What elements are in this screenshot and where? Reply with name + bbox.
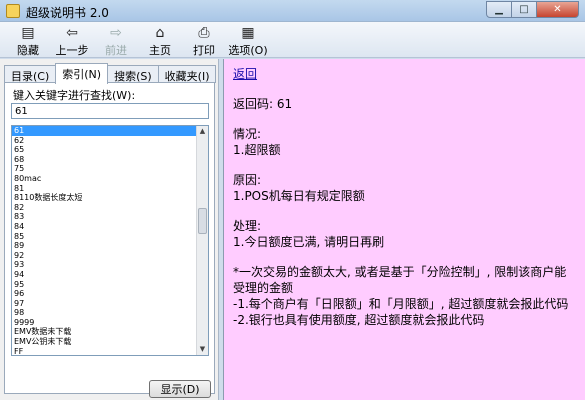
tab-search[interactable]: 搜索(S) — [107, 65, 159, 83]
home-button[interactable]: ⌂ 主页 — [138, 22, 182, 58]
keyword-input[interactable] — [11, 103, 209, 119]
maximize-icon: □ — [519, 4, 529, 15]
list-scrollbar[interactable]: ▲ ▼ — [196, 126, 208, 355]
situation-section: 情况: 1.超限额 — [233, 126, 576, 158]
tab-contents[interactable]: 目录(C) — [4, 65, 57, 83]
forward-button[interactable]: ⇨ 前进 — [94, 22, 138, 58]
list-item[interactable]: 95 — [12, 280, 198, 290]
note-section: *一次交易的金额太大, 或者是基于「分险控制」, 限制该商户能受理的金额 -1.… — [233, 264, 576, 328]
forward-arrow-icon: ⇨ — [110, 25, 122, 41]
nav-tabs: 目录(C) 索引(N) 搜索(S) 收藏夹(I) — [4, 63, 217, 84]
handling-title: 处理: — [233, 219, 262, 233]
list-item[interactable]: 81 — [12, 184, 198, 194]
handling-section: 处理: 1.今日额度已满, 请明日再刷 — [233, 218, 576, 250]
handling-item: 1.今日额度已满, 请明日再刷 — [233, 235, 385, 249]
list-item[interactable]: 94 — [12, 270, 198, 280]
list-item[interactable]: 84 — [12, 222, 198, 232]
situation-item: 1.超限额 — [233, 143, 281, 157]
back-button[interactable]: ⇦ 上一步 — [50, 22, 94, 58]
options-label: 选项(O) — [228, 44, 268, 57]
note-line-1: *一次交易的金额太大, 或者是基于「分险控制」, 限制该商户能受理的金额 — [233, 265, 567, 295]
list-item[interactable]: 93 — [12, 260, 198, 270]
list-item[interactable]: 92 — [12, 251, 198, 261]
reason-title: 原因: — [233, 173, 262, 187]
forward-label: 前进 — [105, 44, 127, 57]
list-item[interactable]: 65 — [12, 145, 198, 155]
tab-index[interactable]: 索引(N) — [55, 63, 109, 84]
index-tab-body: 键入关键字进行查找(W): 616265687580mac818110数据长度太… — [4, 82, 215, 398]
hide-icon: ▤ — [21, 25, 35, 41]
back-link[interactable]: 返回 — [233, 66, 576, 82]
list-item[interactable]: 96 — [12, 289, 198, 299]
print-button[interactable]: ⎙ 打印 — [182, 22, 226, 58]
scroll-down-icon[interactable]: ▼ — [197, 344, 208, 355]
list-item[interactable]: 68 — [12, 155, 198, 165]
return-code: 返回码: 61 — [233, 96, 576, 112]
title-bar: 超级说明书 2.0 ▁ □ ✕ — [0, 0, 585, 22]
toolbar: ▤ 隐藏 ⇦ 上一步 ⇨ 前进 ⌂ 主页 ⎙ 打印 ▦ 选项(O) — [0, 22, 585, 58]
tab-favorites[interactable]: 收藏夹(I) — [157, 65, 217, 83]
scroll-thumb[interactable] — [198, 208, 207, 234]
list-item[interactable]: 80mac — [12, 174, 198, 184]
options-button[interactable]: ▦ 选项(O) — [226, 22, 270, 58]
app-icon — [6, 4, 20, 18]
minimize-button[interactable]: ▁ — [486, 1, 512, 18]
print-label: 打印 — [193, 44, 215, 57]
list-item[interactable]: 85 — [12, 232, 198, 242]
back-label: 上一步 — [55, 44, 89, 57]
reason-section: 原因: 1.POS机每日有规定限额 — [233, 172, 576, 204]
index-listbox[interactable]: 61 62 65 68 75 80mac 81 8110数据长度太短 82 83 84 85 89 92 9… — [11, 125, 209, 356]
options-icon: ▦ — [241, 25, 255, 41]
list-item[interactable]: EMV公钥未下载 — [12, 337, 198, 347]
index-list: 61 62 65 68 75 80mac 81 8110数据长度太短 82 83 84 85 89 92 9… — [12, 126, 198, 355]
minimize-icon: ▁ — [495, 4, 503, 15]
printer-icon: ⎙ — [198, 25, 210, 41]
note-line-3: -2.银行也具有使用额度, 超过额度就会报此代码 — [233, 313, 485, 327]
list-item[interactable]: 82 — [12, 203, 198, 213]
list-item[interactable]: 89 — [12, 241, 198, 251]
reason-item: 1.POS机每日有规定限额 — [233, 189, 365, 203]
close-button[interactable]: ✕ — [536, 1, 579, 18]
situation-title: 情况: — [233, 127, 262, 141]
back-arrow-icon: ⇦ — [66, 25, 78, 41]
close-icon: ✕ — [553, 4, 562, 15]
note-line-2: -1.每个商户有「日限额」和「月限额」, 超过额度就会报此代码 — [233, 297, 569, 311]
window-title: 超级说明书 2.0 — [26, 6, 109, 20]
list-item[interactable]: 8110数据长度太短 — [12, 193, 198, 203]
window-controls: ▁ □ ✕ — [486, 1, 579, 19]
list-item[interactable]: 9999 — [12, 318, 198, 328]
scroll-up-icon[interactable]: ▲ — [197, 126, 208, 137]
hide-button[interactable]: ▤ 隐藏 — [6, 22, 50, 58]
display-button[interactable]: 显示(D) — [149, 380, 211, 398]
list-item[interactable]: 61 — [12, 126, 198, 136]
list-item[interactable]: 62 — [12, 136, 198, 146]
home-icon: ⌂ — [155, 25, 165, 41]
list-item[interactable]: FF — [12, 347, 198, 355]
navigation-panel: 目录(C) 索引(N) 搜索(S) 收藏夹(I) 键入关键字进行查找(W): 6… — [0, 59, 219, 400]
list-item[interactable]: 97 — [12, 299, 198, 309]
list-item[interactable]: 83 — [12, 212, 198, 222]
content-pane: 返回 返回码: 61 情况: 1.超限额 原因: 1.POS机每日有规定限额 处… — [223, 59, 585, 400]
list-item[interactable]: EMV数据未下载 — [12, 327, 198, 337]
hide-label: 隐藏 — [17, 44, 39, 57]
return-code-text: 返回码: 61 — [233, 97, 293, 111]
maximize-button[interactable]: □ — [511, 1, 537, 18]
list-item[interactable]: 75 — [12, 164, 198, 174]
home-label: 主页 — [149, 44, 171, 57]
keyword-prompt: 键入关键字进行查找(W): — [13, 89, 136, 102]
list-item[interactable]: 98 — [12, 308, 198, 318]
